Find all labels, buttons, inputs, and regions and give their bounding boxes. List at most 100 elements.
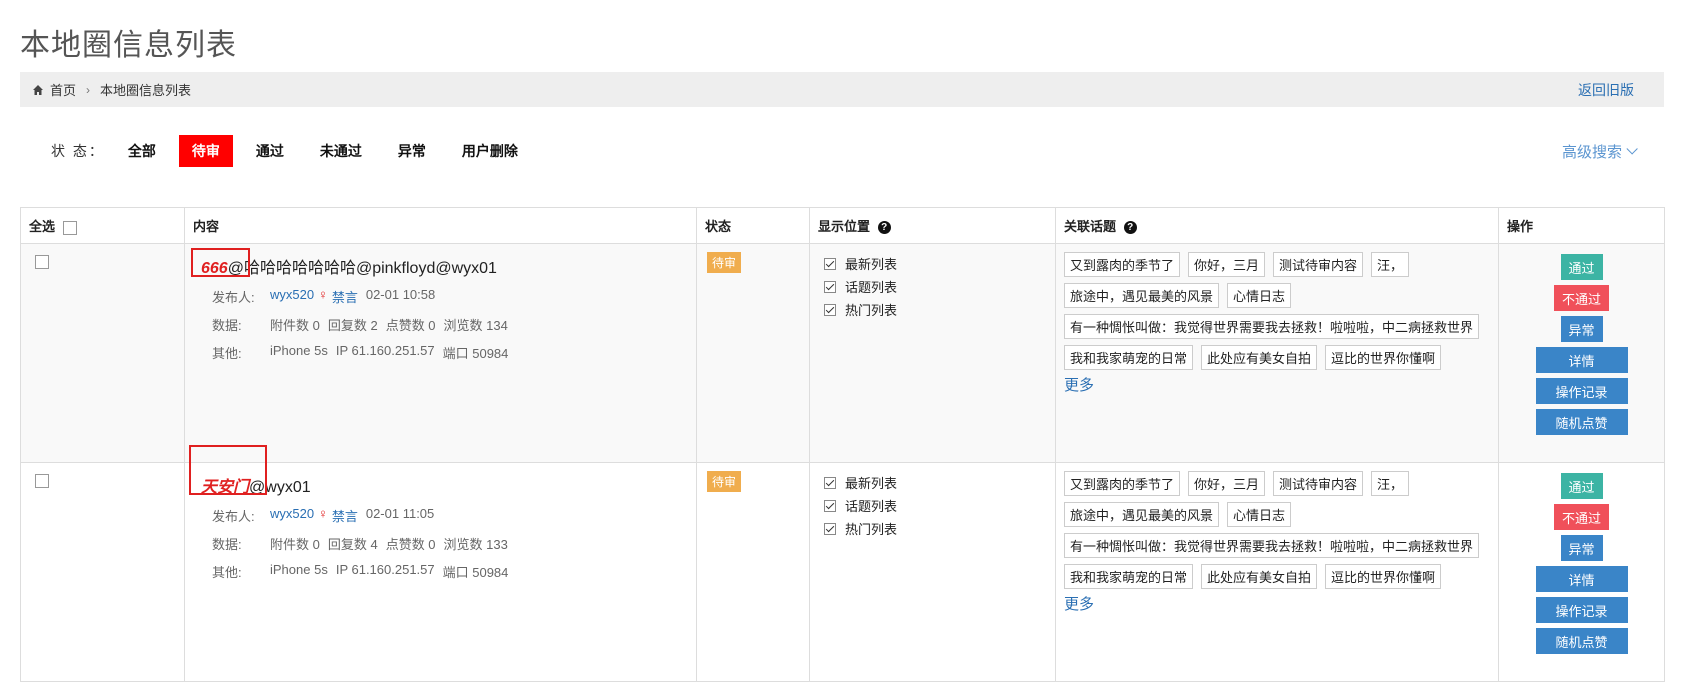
topic-tag[interactable]: 逗比的世界你懂啊 [1325, 345, 1442, 370]
filter-all[interactable]: 全部 [115, 135, 169, 167]
annotation-box [191, 248, 250, 277]
person-female-icon: ♀ [318, 287, 328, 302]
random-like-button[interactable]: 随机点赞 [1535, 628, 1628, 654]
attachment-count: 附件数 0 [270, 318, 320, 333]
advanced-search-toggle[interactable]: 高级搜索 [1561, 141, 1638, 162]
advanced-search-label: 高级搜索 [1561, 143, 1622, 161]
topic-tag[interactable]: 有一种惆怅叫做：我觉得世界需要我去拯救！啦啦啦，中二病拯救世界 [1064, 314, 1480, 339]
reject-button[interactable]: 不通过 [1554, 285, 1609, 311]
position-label: 最新列表 [845, 476, 898, 491]
post-content: 666@哈哈哈哈哈哈哈@pinkfloyd@wyx01 [201, 254, 688, 278]
operation-log-button[interactable]: 操作记录 [1535, 378, 1628, 404]
checkbox-checked-icon[interactable] [824, 499, 836, 512]
status-header: 状态 [696, 207, 810, 244]
publisher-label: 发布人: [212, 509, 255, 524]
position-topic[interactable]: 话题列表 [824, 494, 1047, 517]
position-topic[interactable]: 话题列表 [824, 275, 1047, 298]
like-count: 点赞数 0 [385, 318, 436, 333]
select-all-checkbox[interactable] [62, 220, 77, 235]
position-hot[interactable]: 热门列表 [824, 298, 1047, 321]
port: 端口 50984 [442, 346, 509, 361]
question-circle-icon[interactable]: ? [1123, 221, 1137, 235]
filter-pending[interactable]: 待审 [178, 135, 233, 167]
approve-button[interactable]: 通过 [1560, 473, 1603, 499]
post-text: @哈哈哈哈哈哈哈@pinkfloyd@wyx01 [227, 260, 497, 277]
publisher-link[interactable]: wyx520 [270, 506, 314, 525]
select-all-header: 全选 [20, 207, 185, 244]
reply-count: 回复数 4 [327, 537, 378, 552]
publisher-link[interactable]: wyx520 [270, 287, 314, 306]
topic-tag[interactable]: 测试待审内容 [1273, 471, 1364, 496]
select-all-label: 全选 [29, 219, 56, 234]
home-icon[interactable] [32, 84, 44, 96]
reject-button[interactable]: 不通过 [1554, 504, 1609, 530]
publisher-row: 发布人: wyx520 ♀ 禁言 02-01 10:58 [212, 287, 688, 306]
topic-tag[interactable]: 心情日志 [1227, 283, 1292, 308]
topic-tag[interactable]: 测试待审内容 [1273, 252, 1364, 277]
topic-tag[interactable]: 旅途中，遇见最美的风景 [1064, 502, 1220, 527]
filter-user-deleted[interactable]: 用户删除 [449, 135, 531, 167]
status-badge: 待审 [707, 471, 742, 492]
ban-user-link[interactable]: 禁言 [332, 287, 358, 306]
more-topics-link[interactable]: 更多 [1064, 374, 1094, 395]
topic-tag[interactable]: 旅途中，遇见最美的风景 [1064, 283, 1220, 308]
topics-cell: 又到露肉的季节了 你好，三月 测试待审内容 汪， 旅途中，遇见最美的风景 心情日… [1055, 243, 1499, 463]
topic-tag[interactable]: 我和我家萌宠的日常 [1064, 564, 1194, 589]
row-checkbox[interactable] [35, 473, 49, 488]
topic-tag[interactable]: 又到露肉的季节了 [1064, 252, 1181, 277]
status-cell: 待审 [696, 243, 810, 463]
publisher-label: 发布人: [212, 290, 255, 305]
row-select-cell [20, 243, 185, 463]
checkbox-checked-icon[interactable] [824, 280, 836, 293]
topic-tag[interactable]: 此处应有美女自拍 [1201, 564, 1318, 589]
topic-tag[interactable]: 又到露肉的季节了 [1064, 471, 1181, 496]
checkbox-checked-icon[interactable] [824, 303, 836, 316]
content-cell: 666@哈哈哈哈哈哈哈@pinkfloyd@wyx01 发布人: wyx520 … [184, 243, 697, 463]
topic-tag[interactable]: 有一种惆怅叫做：我觉得世界需要我去拯救！啦啦啦，中二病拯救世界 [1064, 533, 1480, 558]
filter-rejected[interactable]: 未通过 [307, 135, 375, 167]
topic-tag[interactable]: 你好，三月 [1188, 471, 1266, 496]
topic-tag[interactable]: 汪， [1371, 471, 1410, 496]
ban-user-link[interactable]: 禁言 [332, 506, 358, 525]
more-topics-link[interactable]: 更多 [1064, 593, 1094, 614]
ip-address: IP 61.160.251.57 [335, 562, 435, 577]
details-button[interactable]: 详情 [1535, 347, 1628, 373]
back-to-old-version-link[interactable]: 返回旧版 [1578, 80, 1634, 100]
mark-abnormal-button[interactable]: 异常 [1560, 535, 1603, 561]
details-button[interactable]: 详情 [1535, 566, 1628, 592]
display-position-header: 显示位置 ? [809, 207, 1056, 244]
checkbox-checked-icon[interactable] [824, 476, 836, 489]
position-hot[interactable]: 热门列表 [824, 517, 1047, 540]
display-position-cell: 最新列表 话题列表 热门列表 [809, 243, 1056, 463]
position-latest[interactable]: 最新列表 [824, 252, 1047, 275]
topics-header: 关联话题 ? [1055, 207, 1499, 244]
status-badge: 待审 [707, 252, 742, 273]
filter-approved[interactable]: 通过 [243, 135, 297, 167]
table-row: 天安门@wyx01 发布人: wyx520 ♀ 禁言 02-01 11:05 数… [20, 445, 1665, 682]
view-count: 浏览数 134 [443, 318, 508, 333]
stats-row: 数据: 附件数 0 回复数 4 点赞数 0 浏览数 133 [212, 534, 688, 553]
question-circle-icon[interactable]: ? [877, 221, 891, 235]
operation-log-button[interactable]: 操作记录 [1535, 597, 1628, 623]
info-table: 全选 内容 状态 显示位置 ? 关联话题 ? 操作 666@哈哈哈哈哈哈哈@pi… [20, 207, 1665, 682]
annotation-box [189, 445, 267, 495]
topic-tag[interactable]: 我和我家萌宠的日常 [1064, 345, 1194, 370]
approve-button[interactable]: 通过 [1560, 254, 1603, 280]
topic-tag[interactable]: 心情日志 [1227, 502, 1292, 527]
random-like-button[interactable]: 随机点赞 [1535, 409, 1628, 435]
topic-tag[interactable]: 汪， [1371, 252, 1410, 277]
filter-abnormal[interactable]: 异常 [385, 135, 439, 167]
position-label: 话题列表 [845, 280, 898, 295]
actions-cell: 通过 不通过 异常 详情 操作记录 随机点赞 [1498, 243, 1665, 463]
breadcrumb-home-link[interactable]: 首页 [50, 80, 76, 99]
chevron-down-icon [1626, 143, 1638, 155]
topic-tag[interactable]: 你好，三月 [1188, 252, 1266, 277]
checkbox-checked-icon[interactable] [824, 522, 836, 535]
row-checkbox[interactable] [35, 254, 49, 269]
mark-abnormal-button[interactable]: 异常 [1560, 316, 1603, 342]
content-cell: 天安门@wyx01 发布人: wyx520 ♀ 禁言 02-01 11:05 数… [184, 445, 697, 682]
topic-tag[interactable]: 此处应有美女自拍 [1201, 345, 1318, 370]
position-latest[interactable]: 最新列表 [824, 471, 1047, 494]
checkbox-checked-icon[interactable] [824, 257, 836, 270]
topic-tag[interactable]: 逗比的世界你懂啊 [1325, 564, 1442, 589]
